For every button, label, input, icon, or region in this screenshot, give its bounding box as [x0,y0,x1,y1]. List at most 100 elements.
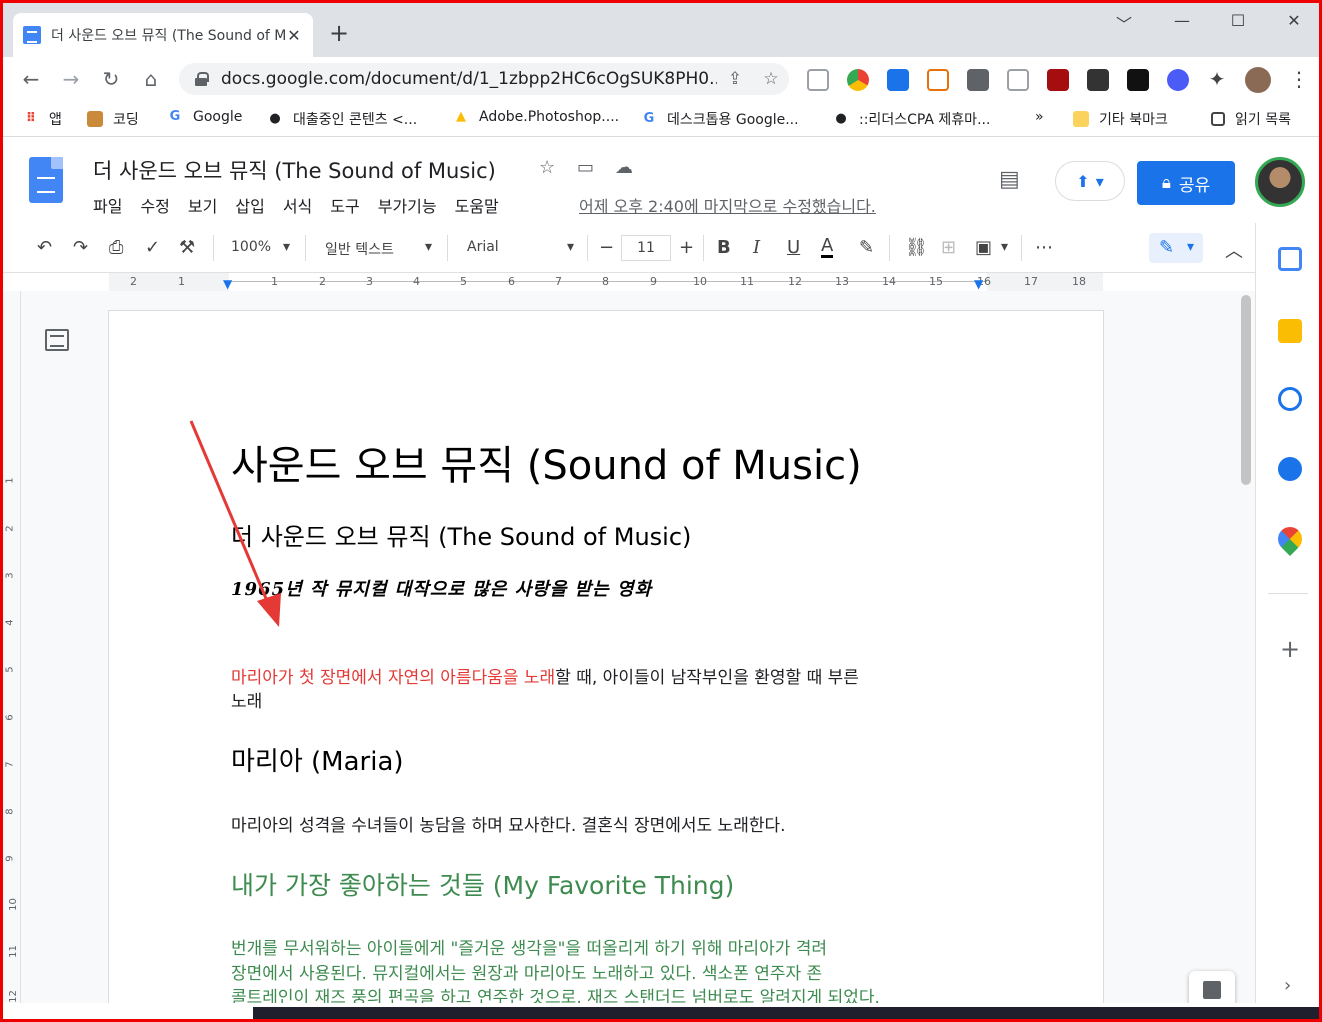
calendar-icon[interactable] [1278,247,1302,271]
horizontal-ruler[interactable]: 2 1 ▼ 1 2 3 4 5 6 7 8 9 10 11 12 13 14 1… [3,273,1255,291]
last-edit-link[interactable]: 어제 오후 2:40에 마지막으로 수정했습니다. [579,193,876,217]
maximize-button[interactable]: ☐ [1223,11,1253,30]
account-avatar[interactable] [1255,157,1305,207]
chrome-extension-icon[interactable] [847,69,869,91]
menu-edit[interactable]: 수정 [140,193,169,217]
menu-tools[interactable]: 도구 [330,193,359,217]
h-extension-icon[interactable] [1127,69,1149,91]
insert-image-icon[interactable]: ▣ [975,237,992,258]
bookmark-coding[interactable]: 코딩 [87,109,139,129]
bookmark-google-desktop[interactable]: G 데스크톱용 Google... [641,109,799,129]
font-select[interactable]: Arial [467,239,499,255]
share-page-icon[interactable]: ⇪ [717,69,753,89]
circle-extension-icon[interactable] [1167,69,1189,91]
collapse-menu-icon[interactable]: ︿ [1225,237,1243,263]
paragraph-text-line2[interactable]: 노래 [231,687,262,712]
translate-extension-icon[interactable] [887,69,909,91]
menu-insert[interactable]: 삽입 [235,193,264,217]
document-outline-icon[interactable] [45,329,69,351]
close-window-button[interactable]: ✕ [1279,11,1309,30]
paragraph-fav-line3[interactable]: 콜트레인이 재즈 풍의 편곡을 하고 연주한 것으로, 재즈 스탠더드 넘버로도… [231,983,880,1003]
address-bar[interactable]: docs.google.com/document/d/1_1zbpp2HC6cO… [179,63,789,95]
chevron-down-icon[interactable]: ▾ [425,239,432,255]
menu-addons[interactable]: 부가기능 [378,193,437,217]
handwritten-caption[interactable]: 1965년 작 뮤지컬 대작으로 많은 사랑을 받는 영화 [231,575,652,601]
menu-view[interactable]: 보기 [188,193,217,217]
text-color-button[interactable]: A [821,237,834,258]
reading-list[interactable]: 읽기 목록 [1211,109,1291,129]
collapse-side-panel-icon[interactable]: › [1284,975,1291,996]
move-folder-icon[interactable]: ▭ [577,157,594,178]
document-title-heading[interactable]: 사운드 오브 뮤직 (Sound of Music) [231,433,862,491]
vertical-scrollbar[interactable] [1241,295,1251,485]
paragraph-fav-line2[interactable]: 장면에서 사용된다. 뮤지컬에서는 원장과 마리아도 노래하고 있다. 색소폰 … [231,959,822,984]
style-select[interactable]: 일반 텍스트 [325,239,394,259]
ublock-extension-icon[interactable] [1047,69,1069,91]
bookmark-leaders-cpa[interactable]: ●::리더스CPA 제휴마... [833,109,990,129]
bold-button[interactable]: B [717,237,731,258]
bookmark-adobe[interactable]: ▲ Adobe.Photoshop.... [453,109,619,125]
profile-avatar[interactable] [1245,67,1271,93]
back-icon[interactable]: ← [17,65,45,93]
editing-mode-button[interactable] [1149,233,1203,263]
intro-paragraph[interactable]: 마리아가 첫 장면에서 자연의 아름다움을 노래할 때, 아이들이 남작부인을 … [231,663,859,688]
maps-icon[interactable] [1273,522,1307,556]
extensions-puzzle-icon[interactable]: ✦ [1203,65,1231,93]
right-indent-marker[interactable]: ▼ [974,277,983,291]
menu-format[interactable]: 서식 [283,193,312,217]
bookmark-loaned-content[interactable]: ● 대출중인 콘텐츠 <... [267,109,417,129]
paint-format-icon[interactable]: ⚒ [179,237,195,258]
insert-link-icon[interactable]: ⛓ [905,237,928,258]
share-button[interactable]: 🔒︎ 공유 [1137,161,1235,205]
present-button[interactable]: ⬆ ▾ [1055,161,1125,201]
redo-icon[interactable]: ↷ [73,237,88,258]
left-indent-marker[interactable]: ▼ [223,277,232,291]
grid-extension-icon[interactable] [927,69,949,91]
spellcheck-icon[interactable]: ✓ [145,237,160,258]
vertical-ruler[interactable]: 1 2 3 4 5 6 7 8 9 10 11 12 [3,291,21,1003]
new-tab-button[interactable]: + [329,21,349,45]
document-subtitle[interactable]: 더 사운드 오브 뮤직 (The Sound of Music) [231,517,691,552]
browser-tab[interactable]: 더 사운드 오브 뮤직 (The Sound of Music) ✕ [13,13,313,57]
contacts-icon[interactable] [1278,457,1302,481]
chevron-down-icon[interactable]: ▾ [283,239,290,255]
screen-extension-icon[interactable] [1007,69,1029,91]
highlight-color-icon[interactable]: ✎ [859,237,874,258]
lock-icon[interactable] [195,72,209,86]
italic-button[interactable]: I [753,237,760,258]
increase-font-size-button[interactable]: + [679,237,694,258]
add-comment-icon[interactable]: ⊞ [941,237,956,258]
chevron-down-icon[interactable]: ▾ [567,239,574,255]
document-title[interactable]: 더 사운드 오브 뮤직 (The Sound of Music) [93,155,496,185]
underline-button[interactable]: U [787,237,800,258]
reload-icon[interactable]: ↻ [97,65,125,93]
capture-extension-icon[interactable] [967,69,989,91]
minimize-button[interactable]: — [1167,11,1197,30]
cloud-saved-icon[interactable]: ☁ [615,157,633,178]
add-addon-icon[interactable]: + [1280,635,1300,663]
print-icon[interactable]: ⎙ [109,237,123,258]
tasks-icon[interactable] [1278,387,1302,411]
url-text[interactable]: docs.google.com/document/d/1_1zbpp2HC6cO… [221,69,717,89]
tab-close-icon[interactable]: ✕ [285,26,303,45]
star-icon[interactable]: ☆ [539,157,555,178]
bookmark-apps[interactable]: ⠿ 앱 [23,109,62,129]
font-size-input[interactable]: 11 [621,235,671,261]
docs-logo-icon[interactable] [29,157,63,203]
zoom-select[interactable]: 100% [231,239,271,255]
bookmark-star-icon[interactable]: ☆ [753,69,789,89]
decrease-font-size-button[interactable]: − [599,237,614,258]
more-options-icon[interactable]: ⋯ [1035,237,1053,258]
chevron-down-icon[interactable]: ▾ [1001,239,1008,255]
tab-search-icon[interactable]: ﹀ [1109,11,1139,35]
paragraph-maria[interactable]: 마리아의 성격을 수녀들이 농담을 하며 묘사한다. 결혼식 장면에서도 노래한… [231,811,786,836]
bookmark-google[interactable]: G Google [167,109,243,125]
menu-kebab-icon[interactable]: ⋮ [1285,65,1313,93]
menu-help[interactable]: 도움말 [455,193,499,217]
bookmarks-overflow-button[interactable]: » [1035,109,1044,125]
heading-favorite-things[interactable]: 내가 가장 좋아하는 것들 (My Favorite Thing) [231,866,734,902]
undo-icon[interactable]: ↶ [37,237,52,258]
bookmark-other[interactable]: 기타 북마크 [1073,109,1168,129]
menu-file[interactable]: 파일 [93,193,122,217]
clapper-extension-icon[interactable] [1087,69,1109,91]
